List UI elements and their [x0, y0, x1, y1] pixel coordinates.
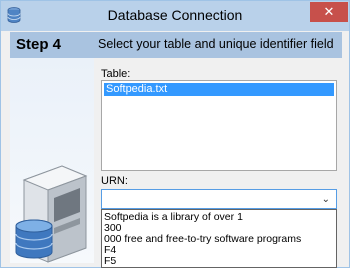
window-title: Database Connection [107, 7, 243, 23]
urn-dropdown[interactable]: ⌄ [101, 189, 337, 209]
step-description: Select your table and unique identifier … [98, 37, 334, 51]
table-listbox[interactable]: Softpedia.txt [101, 80, 337, 171]
close-icon: ✕ [323, 4, 335, 19]
urn-dropdown-list[interactable]: Softpedia is a library of over 1 300 000… [101, 209, 337, 268]
close-button[interactable]: ✕ [310, 2, 348, 22]
urn-label: URN: [101, 175, 128, 187]
table-label: Table: [101, 68, 131, 80]
list-item[interactable]: Softpedia.txt [104, 83, 334, 96]
title-bar: Database Connection ✕ [1, 1, 349, 31]
database-server-icon [10, 154, 94, 267]
step-header: Step 4 Select your table and unique iden… [10, 32, 342, 58]
chevron-down-icon[interactable]: ⌄ [322, 194, 330, 205]
wizard-side-panel [10, 58, 94, 263]
database-connection-window: Database Connection ✕ Step 4 Select your… [0, 0, 350, 268]
dropdown-option[interactable]: F5 [104, 255, 334, 267]
step-label: Step 4 [16, 36, 62, 53]
